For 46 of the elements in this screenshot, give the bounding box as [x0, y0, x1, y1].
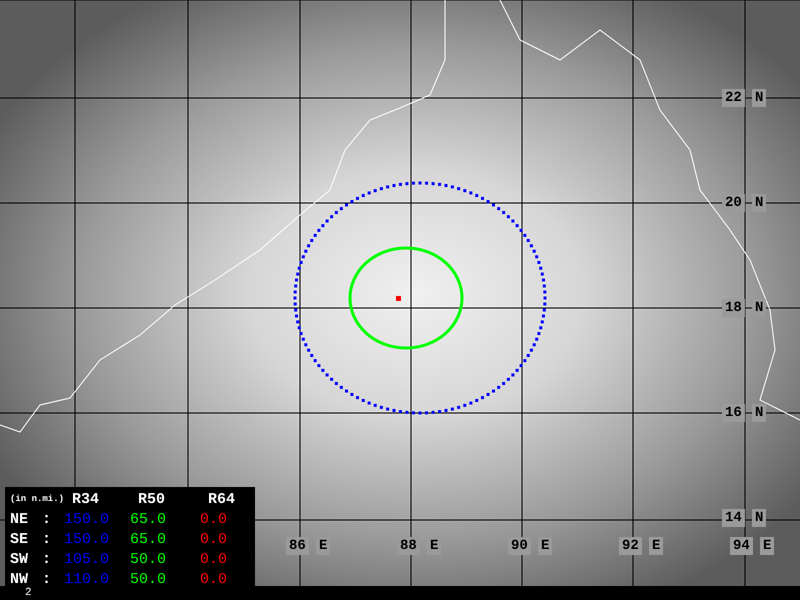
hemisphere-label: N — [752, 299, 766, 317]
column-header: R34 — [71, 490, 100, 508]
latitude-label: 22 — [722, 89, 745, 107]
latitude-label: 16 — [722, 404, 745, 422]
hemisphere-label: E — [760, 537, 774, 555]
hemisphere-label: N — [752, 509, 766, 527]
hemisphere-label: E — [538, 537, 552, 555]
radius-value: 65.0 — [130, 510, 168, 528]
storm-center-marker — [396, 296, 401, 301]
radius-value: 50.0 — [130, 570, 168, 588]
unit-note: (in n.mi.) — [10, 494, 64, 504]
latitude-label: 18 — [722, 299, 745, 317]
radius-value: 150.0 — [64, 530, 110, 548]
separator: : — [42, 510, 52, 528]
separator: : — [42, 550, 52, 568]
quadrant-label: SE — [10, 530, 30, 548]
hemisphere-label: E — [649, 537, 664, 555]
radius-value: 0.0 — [200, 530, 228, 548]
column-header: R64 — [207, 490, 236, 508]
hemisphere-label: E — [316, 537, 330, 555]
hemisphere-label: E — [427, 537, 442, 555]
quadrant-label: NE — [10, 510, 30, 528]
radius-value: 105.0 — [64, 550, 110, 568]
quadrant-label: SW — [10, 550, 30, 568]
longitude-label: 86 — [286, 537, 309, 555]
longitude-label: 90 — [508, 537, 531, 555]
longitude-label: 92 — [619, 537, 642, 555]
radius-value: 50.0 — [130, 550, 168, 568]
hemisphere-label: N — [752, 89, 766, 107]
frame-number: 2 — [25, 586, 32, 600]
radius-value: 150.0 — [64, 510, 110, 528]
longitude-label: 88 — [397, 537, 420, 555]
separator: : — [42, 530, 52, 548]
radius-value: 0.0 — [200, 510, 228, 528]
longitude-label: 94 — [730, 537, 753, 555]
radius-value: 0.0 — [200, 550, 228, 568]
latitude-label: 20 — [722, 194, 745, 212]
radius-value: 0.0 — [200, 570, 228, 588]
latitude-label: 14 — [722, 509, 745, 527]
quadrant-label: NW — [10, 570, 30, 588]
hemisphere-label: N — [752, 404, 766, 422]
radius-value: 110.0 — [64, 570, 110, 588]
radius-value: 65.0 — [130, 530, 168, 548]
separator: : — [42, 570, 52, 588]
column-header: R50 — [137, 490, 166, 508]
hemisphere-label: N — [752, 194, 766, 212]
